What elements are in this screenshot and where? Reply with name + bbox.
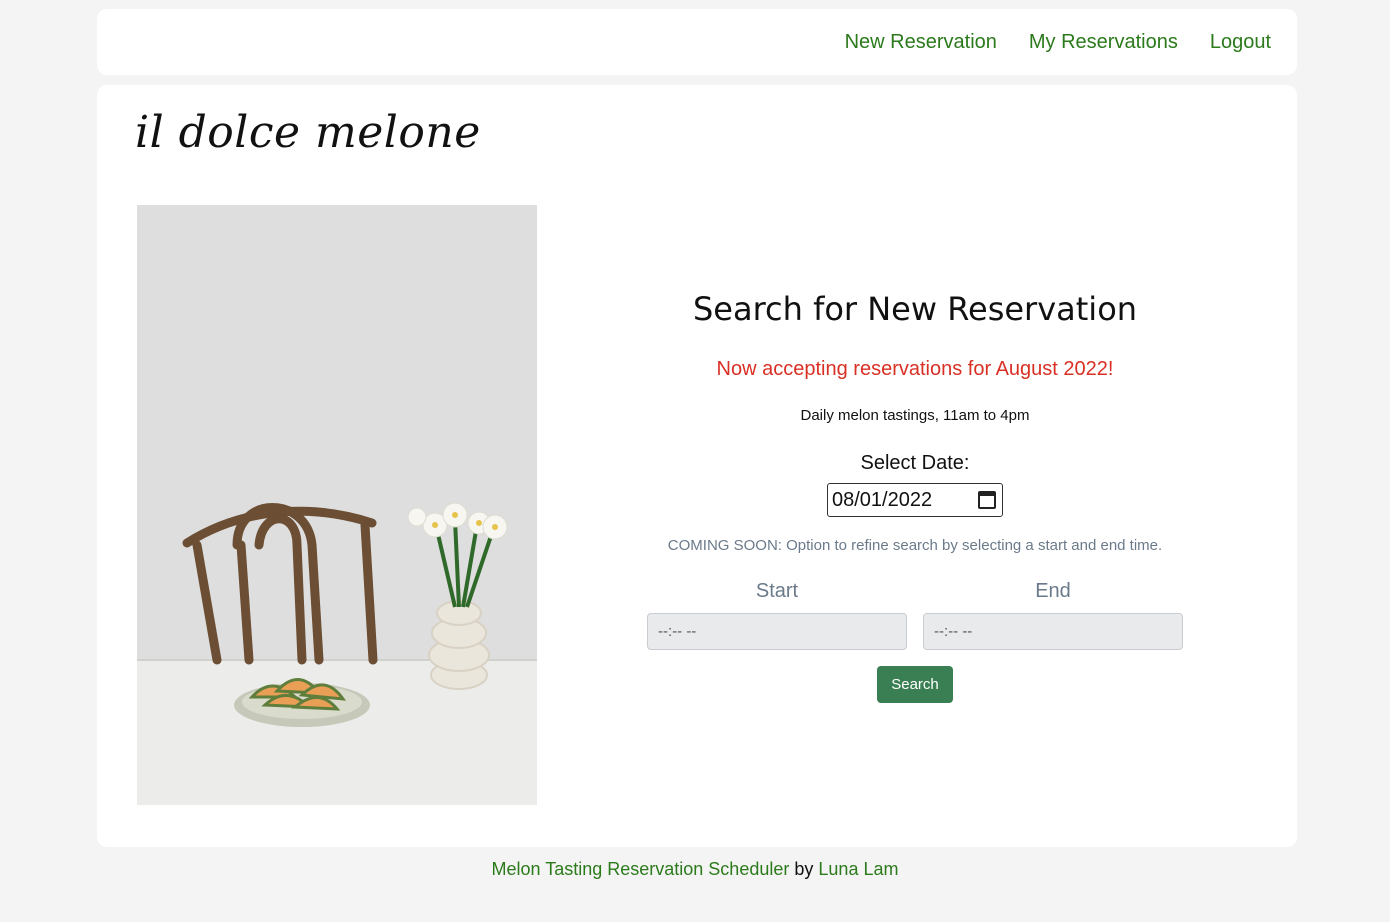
announcement-text: Now accepting reservations for August 20… [716, 358, 1114, 380]
end-label: End [1035, 580, 1071, 602]
calendar-icon[interactable] [978, 491, 996, 509]
footer-app-link[interactable]: Melon Tasting Reservation Scheduler [492, 859, 790, 879]
search-panel: Search for New Reservation Now accepting… [645, 290, 1185, 703]
start-time-group: Start --:-- -- [647, 580, 907, 650]
end-time-input[interactable]: --:-- -- [923, 613, 1183, 650]
page-title: Search for New Reservation [692, 290, 1138, 328]
start-label: Start [755, 580, 799, 602]
main-card: il dolce melone Search for New Reservati… [97, 85, 1297, 847]
photo-illustration [137, 205, 537, 805]
footer-author-link[interactable]: Luna Lam [818, 859, 898, 879]
melon-table-photo [137, 205, 537, 805]
date-input[interactable]: 08/01/2022 [827, 483, 1003, 517]
footer: Melon Tasting Reservation Scheduler by L… [0, 859, 1390, 880]
footer-by-text: by [794, 859, 814, 879]
end-time-group: End --:-- -- [923, 580, 1183, 650]
date-value: 08/01/2022 [832, 488, 933, 511]
nav-new-reservation-link[interactable]: New Reservation [845, 31, 997, 54]
date-label: Select Date: [860, 452, 970, 474]
brand-logo-text: il dolce melone [135, 107, 481, 158]
start-time-input[interactable]: --:-- -- [647, 613, 907, 650]
coming-soon-note: COMING SOON: Option to refine search by … [667, 537, 1163, 554]
hours-text: Daily melon tastings, 11am to 4pm [800, 407, 1030, 424]
time-range-row: Start --:-- -- End --:-- -- [645, 580, 1185, 650]
nav-my-reservations-link[interactable]: My Reservations [1029, 31, 1178, 54]
nav-logout-link[interactable]: Logout [1210, 31, 1271, 54]
search-button[interactable]: Search [877, 666, 953, 703]
top-navbar: New Reservation My Reservations Logout [97, 9, 1297, 75]
